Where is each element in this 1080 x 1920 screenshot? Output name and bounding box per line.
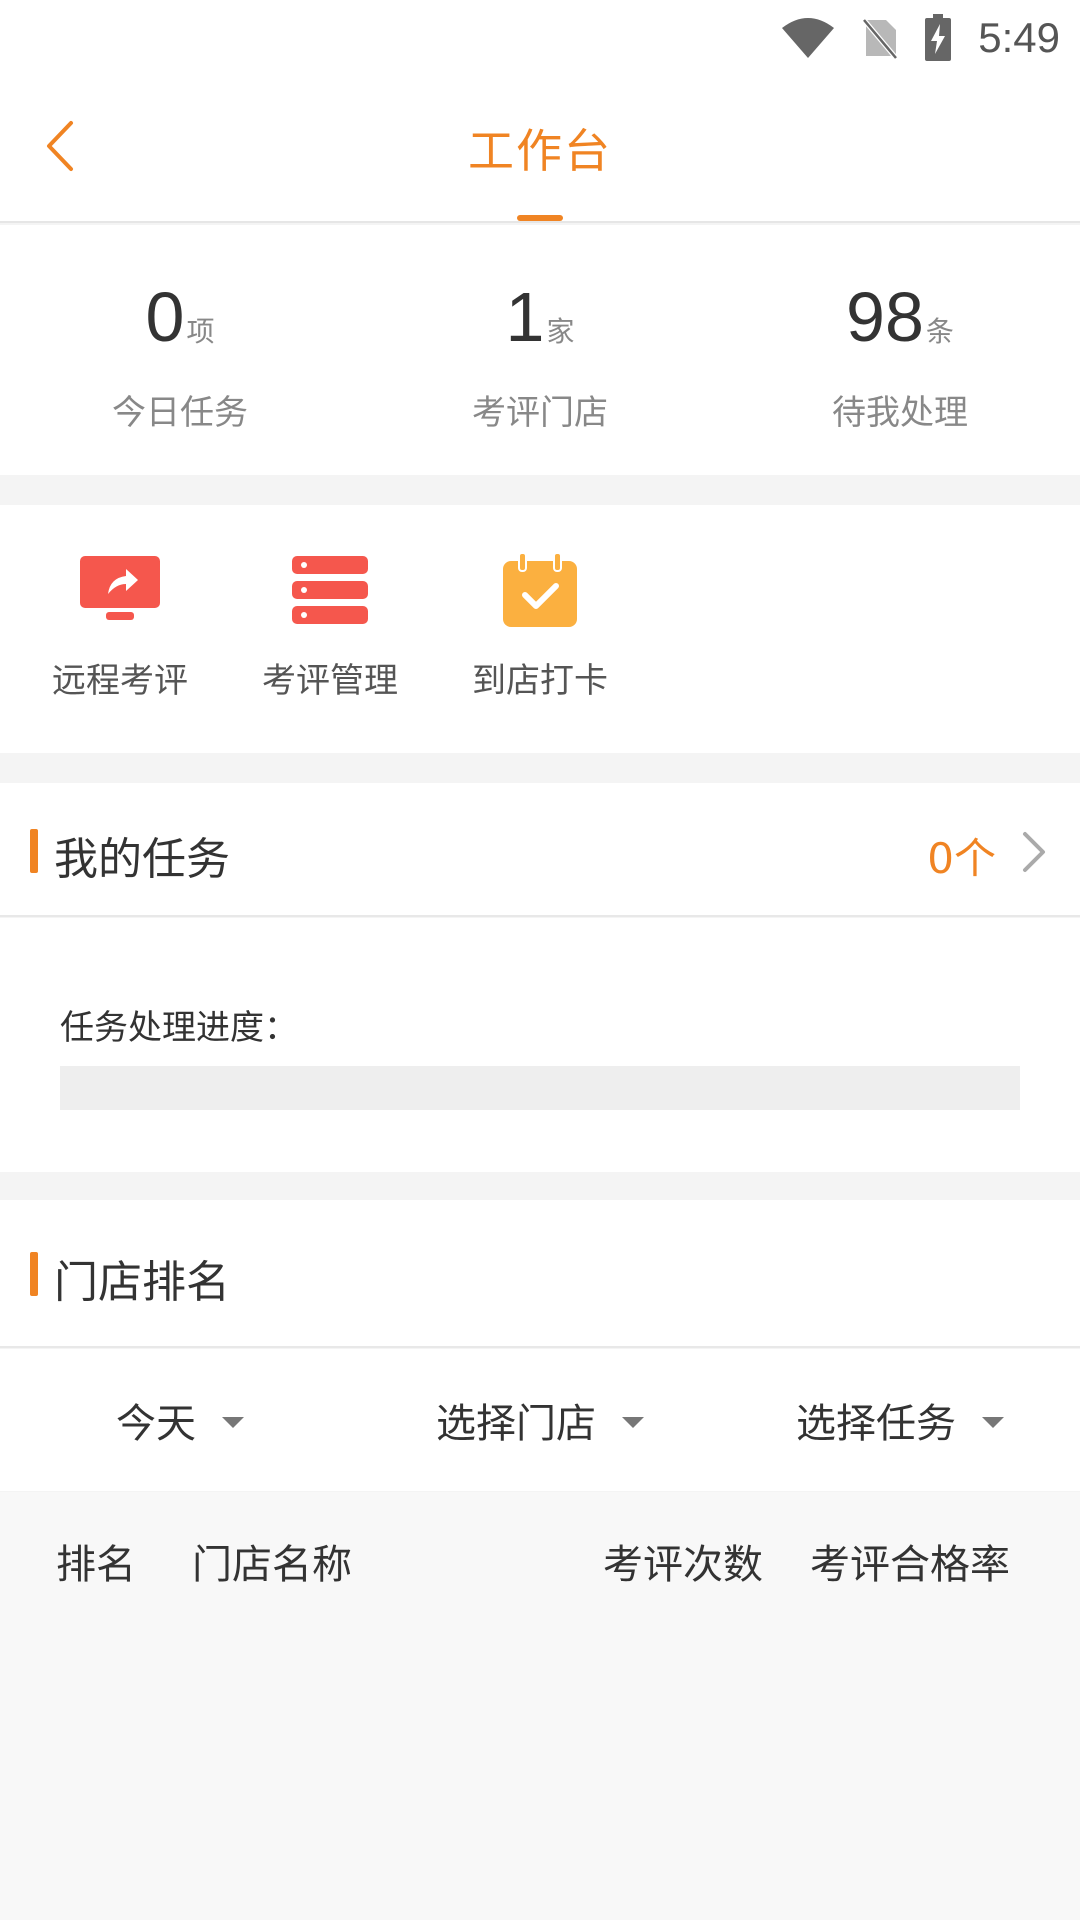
stat-unit: 家: [546, 315, 575, 348]
title-underline: [517, 215, 563, 221]
stat-value: 98: [846, 278, 924, 356]
server-list-icon: [290, 555, 370, 625]
action-label: 考评管理: [262, 661, 398, 701]
column-header-evaluation-count: 考评次数: [603, 1542, 763, 1588]
progress-bar: [60, 1066, 1020, 1110]
ranking-table: 排名 门店名称 考评次数 考评合格率: [0, 1492, 1080, 1920]
action-evaluation-management[interactable]: 考评管理: [225, 505, 435, 753]
page-title: 工作台: [468, 124, 612, 178]
stat-value-row: 98条: [720, 277, 1080, 357]
stat-today-tasks[interactable]: 0项 今日任务: [0, 225, 360, 475]
wifi-icon: [780, 16, 836, 60]
action-remote-evaluation[interactable]: 远程考评: [15, 505, 225, 753]
stat-label: 今日任务: [112, 393, 248, 433]
status-bar: 5:49: [0, 0, 1080, 75]
column-header-store-name: 门店名称: [192, 1542, 352, 1588]
chevron-right-icon[interactable]: [1014, 827, 1054, 877]
my-tasks-header[interactable]: 我的任务 0个: [0, 783, 1080, 917]
section-title: 门店排名: [54, 1257, 230, 1308]
stat-value-row: 1家: [360, 277, 720, 357]
stat-value: 1: [505, 278, 545, 356]
battery-charging-icon: [924, 13, 952, 62]
status-icons: 5:49: [754, 10, 1060, 65]
app-header: 工作台: [0, 75, 1080, 223]
action-label: 到店打卡: [472, 661, 608, 701]
stat-unit: 项: [186, 315, 215, 348]
progress-label: 任务处理进度：: [60, 1008, 298, 1048]
task-progress: 任务处理进度：: [0, 918, 1080, 1172]
section-accent-bar: [30, 829, 38, 873]
filter-label: 选择任务: [796, 1401, 956, 1447]
caret-down-icon: [222, 1416, 244, 1428]
stat-pending[interactable]: 98条 待我处理: [720, 225, 1080, 475]
column-header-rank: 排名: [56, 1542, 136, 1588]
stat-label: 待我处理: [832, 393, 968, 433]
stat-label: 考评门店: [472, 393, 608, 433]
caret-down-icon: [622, 1416, 644, 1428]
calendar-check-icon: [500, 553, 580, 627]
stat-evaluated-stores[interactable]: 1家 考评门店: [360, 225, 720, 475]
filter-task-dropdown[interactable]: 选择任务: [720, 1349, 1080, 1491]
ranking-filters: 今天 选择门店 选择任务: [0, 1349, 1080, 1491]
no-sim-icon: [862, 16, 899, 60]
section-title: 我的任务: [54, 834, 230, 885]
filter-date-dropdown[interactable]: 今天: [0, 1349, 360, 1491]
status-time: 5:49: [978, 13, 1060, 61]
action-store-checkin[interactable]: 到店打卡: [435, 505, 645, 753]
filter-label: 选择门店: [436, 1401, 596, 1447]
stat-value: 0: [145, 278, 185, 356]
column-header-pass-rate: 考评合格率: [810, 1542, 1010, 1588]
action-label: 远程考评: [52, 661, 188, 701]
filter-label: 今天: [116, 1401, 196, 1447]
stat-unit: 条: [925, 315, 954, 348]
quick-actions: 远程考评 考评管理 到店打卡: [0, 505, 1080, 753]
caret-down-icon: [982, 1416, 1004, 1428]
remote-monitor-icon: [80, 555, 160, 625]
store-ranking-header: 门店排名: [0, 1200, 1080, 1348]
stat-value-row: 0项: [0, 277, 360, 357]
task-count: 0个: [927, 834, 996, 883]
section-accent-bar: [30, 1252, 38, 1296]
filter-store-dropdown[interactable]: 选择门店: [360, 1349, 720, 1491]
stats-panel: 0项 今日任务 1家 考评门店 98条 待我处理: [0, 225, 1080, 475]
